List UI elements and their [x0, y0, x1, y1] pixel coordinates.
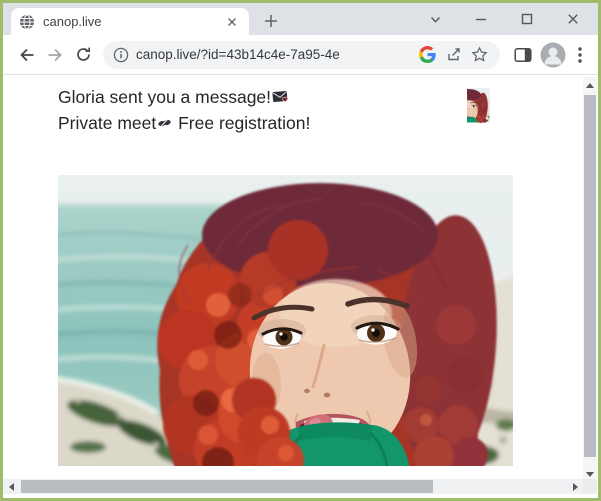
vertical-scroll-thumb[interactable]: [584, 95, 596, 457]
google-g-icon[interactable]: [414, 42, 440, 68]
scroll-right-icon[interactable]: [567, 479, 583, 494]
message-line-2-after: Free registration!: [173, 110, 310, 136]
vertical-scrollbar[interactable]: [583, 77, 597, 482]
horizontal-scrollbar[interactable]: [3, 479, 583, 494]
close-button[interactable]: [550, 3, 596, 35]
scrollbar-corner: [583, 479, 597, 494]
horizontal-scroll-thumb[interactable]: [21, 480, 433, 493]
message-block: Gloria sent you a message! Private meet …: [58, 84, 310, 136]
profile-avatar-icon[interactable]: [538, 40, 568, 70]
browser-toolbar: canop.live/?id=43b14c4e-7a95-4e: [3, 35, 598, 75]
browser-tab[interactable]: canop.live: [11, 8, 249, 35]
reload-icon[interactable]: [69, 41, 97, 69]
chevron-down-icon[interactable]: [412, 3, 458, 35]
page-info-icon[interactable]: [113, 47, 129, 63]
address-bar[interactable]: canop.live/?id=43b14c4e-7a95-4e: [103, 41, 500, 69]
message-line-1-text: Gloria sent you a message!: [58, 84, 271, 110]
maximize-button[interactable]: [504, 3, 550, 35]
minimize-button[interactable]: [458, 3, 504, 35]
new-tab-button[interactable]: [259, 9, 283, 33]
sender-avatar-thumbnail[interactable]: [467, 83, 520, 133]
page-content: Gloria sent you a message! Private meet …: [3, 76, 598, 498]
scroll-up-icon[interactable]: [583, 77, 597, 93]
side-panel-icon[interactable]: [508, 40, 538, 70]
tab-close-icon[interactable]: [223, 13, 241, 31]
scroll-left-icon[interactable]: [3, 479, 19, 494]
bookmark-star-icon[interactable]: [466, 42, 492, 68]
window-controls: [412, 3, 596, 35]
url-text: canop.live/?id=43b14c4e-7a95-4e: [136, 47, 414, 62]
message-line-1: Gloria sent you a message!: [58, 84, 310, 110]
menu-kebab-icon[interactable]: [568, 40, 592, 70]
globe-favicon-icon: [19, 14, 35, 30]
kiss-mark-emoji-icon: [157, 117, 172, 129]
sender-photo[interactable]: [58, 175, 513, 466]
share-icon[interactable]: [440, 42, 466, 68]
tab-title: canop.live: [43, 14, 223, 29]
back-icon[interactable]: [13, 41, 41, 69]
forward-icon[interactable]: [41, 41, 69, 69]
message-line-2-before: Private meet: [58, 110, 156, 136]
message-line-2: Private meet Free registration!: [58, 110, 310, 136]
titlebar: canop.live: [3, 3, 598, 35]
love-letter-emoji-icon: [272, 90, 289, 104]
